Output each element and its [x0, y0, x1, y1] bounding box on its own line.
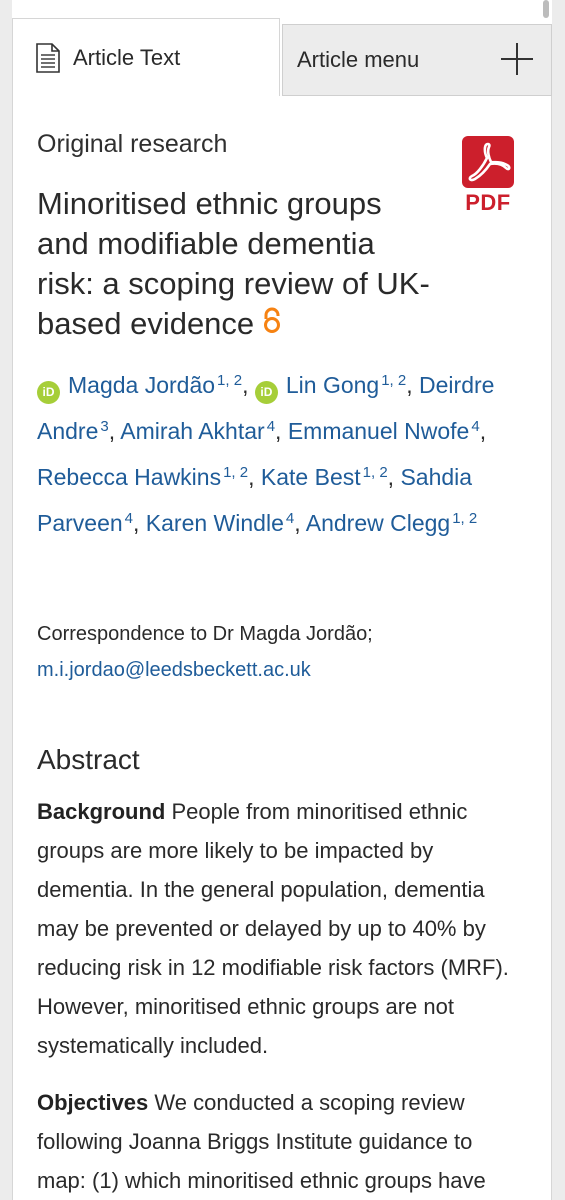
article-type: Original research [37, 130, 228, 158]
pdf-download-link[interactable]: PDF [460, 136, 516, 216]
background-label: Background [37, 799, 166, 824]
correspondence-email-link[interactable]: m.i.jordao@leedsbeckett.ac.uk [37, 659, 311, 681]
tab-article-text[interactable]: Article Text [12, 18, 280, 96]
author-link[interactable]: Karen Windle 4 [146, 510, 294, 536]
abstract-heading: Abstract [37, 744, 140, 775]
page-gutter-right [552, 0, 565, 1200]
orcid-icon[interactable]: iD [254, 381, 278, 404]
author-link[interactable]: Magda Jordão 1, 2 [68, 372, 242, 398]
article-title: Minoritised ethnic groups and modifiable… [37, 184, 437, 344]
article-tab-bar: Article Text Article menu [12, 18, 552, 96]
objectives-label: Objectives [37, 1090, 149, 1115]
pdf-icon [462, 136, 514, 188]
tab-article-menu-label: Article menu [297, 47, 420, 72]
author-link[interactable]: Andrew Clegg 1, 2 [306, 510, 478, 536]
author-link[interactable]: Emmanuel Nwofe 4 [288, 418, 480, 444]
open-access-icon [264, 307, 281, 333]
background-text: People from minoritised ethnic groups ar… [37, 799, 509, 1058]
correspondence-label: Correspondence to Dr Magda Jordão; [37, 623, 373, 645]
abstract-background: Background People from minoritised ethni… [37, 792, 517, 1065]
author-link[interactable]: Amirah Akhtar 4 [120, 418, 275, 444]
article-title-text: Minoritised ethnic groups and modifiable… [37, 186, 430, 341]
tab-article-text-label: Article Text [73, 44, 181, 70]
pdf-label: PDF [465, 190, 511, 215]
author-list: iD Magda Jordão 1, 2, iD Lin Gong 1, 2, Deir… [37, 372, 495, 536]
orcid-icon[interactable]: iD [37, 381, 60, 404]
scrollbar-thumb[interactable] [543, 0, 549, 18]
tab-article-menu[interactable]: Article menu [282, 24, 552, 96]
article-content: Original research PDF Minoritised ethnic… [12, 96, 552, 1200]
correspondence: Correspondence to Dr Magda Jordão; m.i.j… [37, 616, 517, 688]
author-link[interactable]: Rebecca Hawkins 1, 2 [37, 464, 248, 490]
plus-icon[interactable] [501, 43, 533, 75]
abstract-objectives: Objectives We conducted a scoping review… [37, 1083, 517, 1200]
document-icon [36, 42, 60, 73]
page-gutter-left [0, 0, 12, 1200]
author-link[interactable]: Kate Best 1, 2 [261, 464, 388, 490]
author-link[interactable]: Lin Gong 1, 2 [286, 372, 406, 398]
